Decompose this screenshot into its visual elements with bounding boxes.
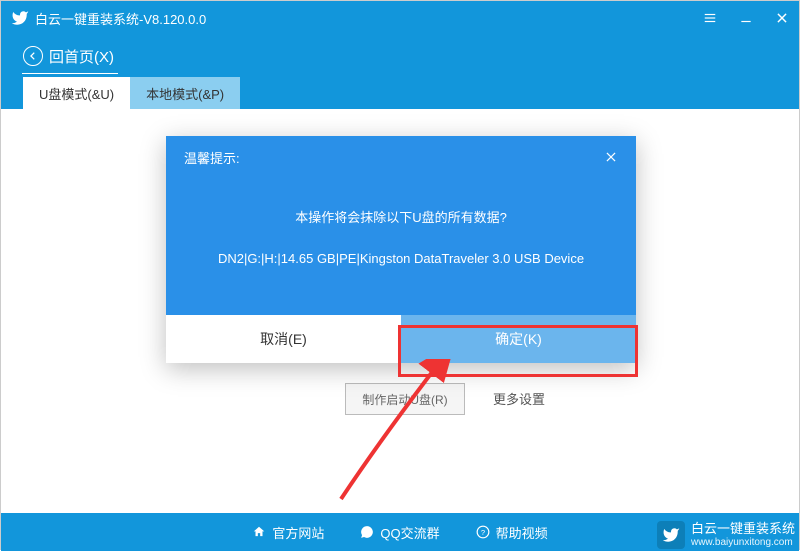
- make-boot-usb-button[interactable]: 制作启动U盘(R): [345, 383, 465, 415]
- dialog-message-2: DN2|G:|H:|14.65 GB|PE|Kingston DataTrave…: [196, 247, 606, 272]
- dialog-title: 温馨提示:: [184, 148, 240, 167]
- dialog-close-icon[interactable]: [604, 150, 618, 164]
- confirm-dialog: 温馨提示: 本操作将会抹除以下U盘的所有数据? DN2|G:|H:|14.65 …: [166, 136, 636, 363]
- svg-text:?: ?: [481, 528, 485, 537]
- chat-icon: [360, 525, 374, 539]
- watermark-url: www.baiyunxitong.com: [691, 537, 795, 549]
- footer: 官方网站 QQ交流群 ? 帮助视频 白云一键重装系统 www.baiyunxit…: [1, 513, 799, 551]
- close-icon[interactable]: [775, 11, 789, 25]
- more-settings-link[interactable]: 更多设置: [493, 389, 545, 408]
- help-icon: ?: [476, 525, 490, 539]
- watermark-logo-icon: [657, 521, 685, 549]
- tabs: U盘模式(&U) 本地模式(&P): [1, 77, 799, 109]
- home-icon: [252, 525, 266, 539]
- footer-official-site[interactable]: 官方网站: [252, 523, 324, 542]
- titlebar: 白云一键重装系统-V8.120.0.0: [1, 1, 799, 35]
- app-title: 白云一键重装系统-V8.120.0.0: [35, 9, 206, 28]
- content-area: 制作启动U盘(R) 更多设置 温馨提示: 本操作将会抹除以下U盘的所有数据? D…: [1, 109, 799, 513]
- back-button[interactable]: 回首页(X): [23, 46, 114, 67]
- menu-icon[interactable]: [703, 11, 717, 25]
- confirm-button[interactable]: 确定(K): [401, 315, 636, 363]
- minimize-icon[interactable]: [739, 11, 753, 25]
- annotation-arrow-icon: [321, 359, 481, 509]
- app-logo-icon: [11, 9, 29, 27]
- dialog-message-1: 本操作将会抹除以下U盘的所有数据?: [196, 206, 606, 231]
- dialog-footer: 取消(E) 确定(K): [166, 315, 636, 363]
- cancel-button[interactable]: 取消(E): [166, 315, 401, 363]
- watermark: 白云一键重装系统 www.baiyunxitong.com: [657, 521, 795, 549]
- watermark-brand: 白云一键重装系统: [691, 522, 795, 537]
- tab-usb-mode[interactable]: U盘模式(&U): [23, 77, 130, 109]
- footer-help-video[interactable]: ? 帮助视频: [476, 523, 548, 542]
- subheader: 回首页(X): [1, 35, 799, 77]
- back-arrow-icon: [23, 46, 43, 66]
- back-underline: [22, 73, 118, 74]
- footer-qq-group[interactable]: QQ交流群: [360, 523, 439, 542]
- back-label: 回首页(X): [49, 46, 114, 67]
- window-controls: [703, 11, 789, 25]
- dialog-body: 本操作将会抹除以下U盘的所有数据? DN2|G:|H:|14.65 GB|PE|…: [166, 178, 636, 315]
- dialog-header: 温馨提示:: [166, 136, 636, 178]
- tab-local-mode[interactable]: 本地模式(&P): [130, 77, 240, 109]
